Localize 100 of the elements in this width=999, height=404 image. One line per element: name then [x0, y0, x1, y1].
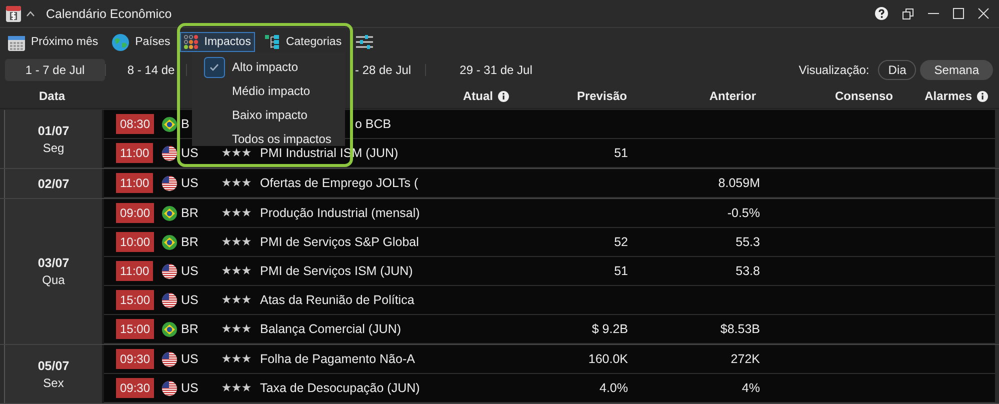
country-code: US — [181, 293, 200, 307]
column-header: Previsão — [576, 89, 627, 103]
flag-icon — [162, 264, 177, 278]
time-badge: 08:30 — [116, 114, 154, 134]
event-name: PMI de Serviços ISM (JUN) — [260, 264, 413, 278]
previous-value: 272K — [730, 352, 760, 366]
toolbar-button[interactable]: Próximo mês — [4, 30, 102, 54]
previous-value: -0.5% — [727, 206, 760, 220]
date-label: 01/07 — [38, 124, 70, 138]
forecast-value: 4.0% — [600, 381, 628, 395]
star-icon — [232, 324, 241, 333]
time-badge: 11:00 — [116, 143, 154, 163]
event-name: Balança Comercial (JUN) — [260, 322, 402, 336]
previous-value: $8.53B — [720, 322, 760, 336]
event-name: Atas da Reunião de Política — [260, 293, 414, 307]
calendar-icon — [8, 34, 25, 50]
time-badge: 09:00 — [116, 203, 154, 223]
column-header: Data — [38, 89, 65, 103]
time-badge: 11:00 — [116, 261, 154, 281]
week-tab[interactable]: 8 - 14 de — [116, 59, 186, 81]
view-toggle[interactable]: Semana — [920, 60, 993, 80]
star-icon — [232, 237, 241, 246]
close-icon[interactable] — [978, 8, 989, 19]
country-code: US — [181, 264, 200, 278]
star-icon — [232, 383, 241, 392]
star-icon — [242, 354, 251, 363]
time-badge: 09:30 — [116, 378, 154, 398]
star-icon — [232, 354, 241, 363]
maximize-icon[interactable] — [953, 8, 964, 19]
flag-icon — [162, 146, 177, 160]
forecast-value: 51 — [614, 146, 628, 160]
menu-item[interactable]: Médio impacto — [192, 79, 345, 103]
toolbar-button[interactable]: Categorias — [260, 32, 346, 52]
star-icon — [242, 208, 251, 217]
week-tab[interactable]: 29 - 31 de Jul — [446, 59, 546, 81]
info-icon[interactable] — [977, 90, 988, 102]
column-header: Atual — [463, 89, 493, 103]
column-header: Consenso — [834, 89, 893, 103]
window-title: Calendário Econômico — [46, 6, 172, 20]
forecast-value: $ 9.2B — [592, 322, 628, 336]
toolbar-button[interactable]: Países — [108, 30, 174, 54]
star-icon — [222, 148, 231, 157]
country-code: US — [181, 352, 200, 366]
caret-icon[interactable] — [26, 10, 35, 16]
star-icon — [242, 383, 251, 392]
previous-value: 55.3 — [736, 235, 760, 249]
star-icon — [222, 295, 231, 304]
country-code: BR — [181, 206, 200, 220]
star-icon — [242, 148, 251, 157]
weekday-label: Qua — [42, 273, 65, 287]
date-label: 02/07 — [38, 176, 70, 190]
previous-value: 4% — [742, 381, 760, 395]
time-badge: 10:00 — [116, 232, 154, 252]
flag-icon — [162, 352, 177, 366]
country-code: B — [181, 117, 190, 131]
country-code: US — [181, 381, 200, 395]
help-icon[interactable] — [875, 7, 888, 20]
star-icon — [232, 178, 241, 187]
star-icon — [232, 208, 241, 217]
event-name: Produção Industrial (mensal) — [260, 206, 420, 220]
forecast-value: 51 — [614, 264, 628, 278]
star-icon — [222, 324, 231, 333]
week-tab[interactable]: 1 - 7 de Jul — [5, 59, 105, 81]
previous-value: 8.059M — [718, 176, 760, 190]
star-icon — [232, 266, 241, 275]
time-badge: 11:00 — [116, 173, 154, 193]
flag-icon — [162, 292, 177, 308]
star-icon — [222, 354, 231, 363]
view-toggle[interactable]: Dia — [878, 60, 916, 80]
date-label: 05/07 — [38, 358, 70, 372]
previous-value: 53.8 — [736, 264, 760, 278]
flag-icon — [162, 380, 177, 396]
star-icon — [222, 208, 231, 217]
event-name: PMI de Serviços S&P Global — [260, 235, 419, 249]
time-badge: 09:30 — [116, 349, 154, 369]
flag-icon — [162, 206, 177, 220]
flag-icon — [162, 234, 177, 250]
dots-icon — [184, 35, 198, 49]
app-icon — [6, 6, 21, 22]
forecast-value: 52 — [614, 235, 628, 249]
star-icon — [242, 295, 251, 304]
star-icon — [222, 266, 231, 275]
star-icon — [242, 266, 251, 275]
tree-icon — [264, 34, 280, 50]
week-tab[interactable]: - 28 de Jul — [355, 59, 425, 81]
menu-item[interactable]: Alto impacto — [192, 55, 345, 79]
restore-icon[interactable] — [902, 8, 914, 20]
country-code: BR — [181, 235, 200, 249]
toolbar-button[interactable]: Impactos — [180, 32, 255, 52]
info-icon[interactable] — [498, 90, 509, 102]
star-icon — [242, 178, 251, 187]
time-badge: 15:00 — [116, 290, 154, 310]
weekday-label: Seg — [42, 140, 64, 154]
event-name: Taxa de Desocupação (JUN) — [260, 381, 420, 395]
sliders-icon — [356, 35, 373, 49]
menu-item[interactable]: Baixo impacto — [192, 103, 345, 127]
event-name: Ofertas de Emprego JOLTs ( — [260, 176, 418, 190]
event-name: o BCB — [355, 117, 392, 131]
minimize-icon[interactable] — [928, 12, 939, 14]
star-icon — [232, 148, 241, 157]
